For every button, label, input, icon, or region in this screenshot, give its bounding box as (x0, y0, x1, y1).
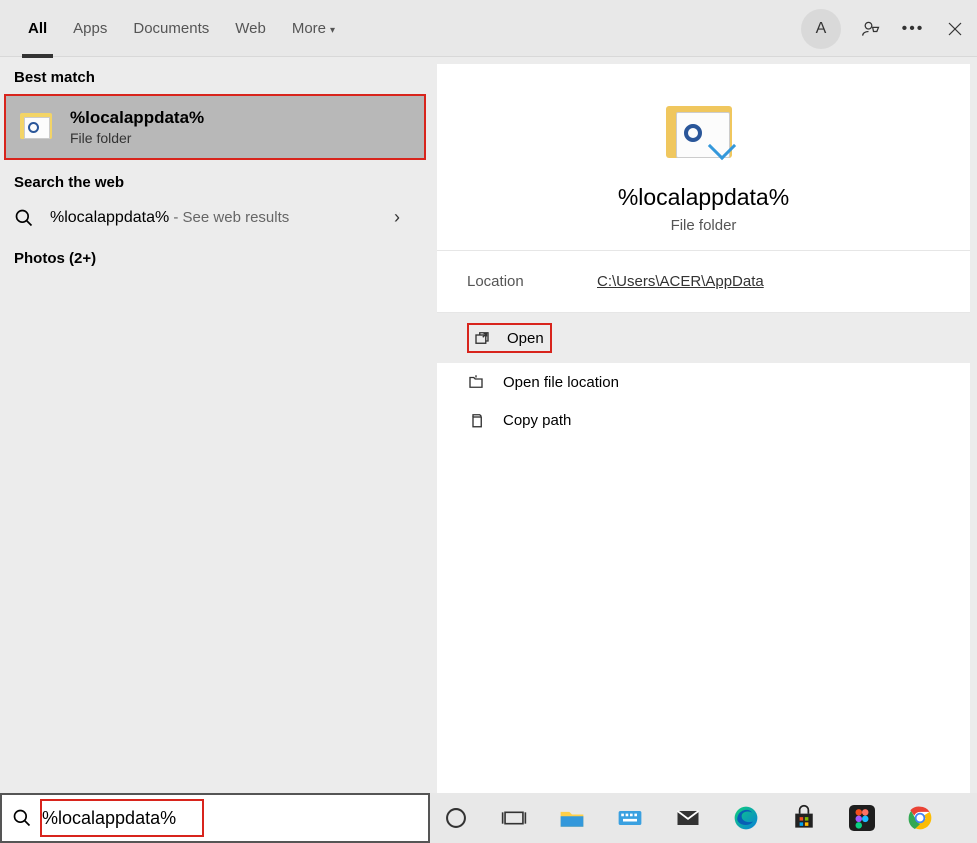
store-icon[interactable] (788, 802, 820, 834)
search-input[interactable] (42, 795, 428, 841)
folder-open-icon (467, 373, 485, 391)
task-view-icon[interactable] (498, 802, 530, 834)
feedback-icon[interactable] (859, 17, 883, 41)
web-result-text: %localappdata% - See web results (50, 209, 289, 227)
details-pane: %localappdata% File folder Location C:\U… (437, 64, 970, 793)
best-match-label: Best match (0, 57, 430, 92)
best-match-title: %localappdata% (70, 108, 204, 128)
close-icon[interactable] (943, 17, 967, 41)
search-icon (14, 208, 34, 228)
filter-tabs: All Apps Documents Web More ▾ (10, 0, 335, 56)
tab-more[interactable]: More ▾ (292, 16, 335, 41)
best-match-text: %localappdata% File folder (70, 108, 204, 146)
details-title: %localappdata% (618, 184, 789, 211)
action-open-location[interactable]: Open file location (437, 363, 970, 401)
action-open[interactable]: Open (437, 313, 970, 363)
open-icon (473, 329, 491, 347)
edge-icon[interactable] (730, 802, 762, 834)
tab-more-label: More (292, 20, 326, 37)
taskbar (430, 793, 977, 843)
web-result-item[interactable]: %localappdata% - See web results › (0, 197, 430, 238)
best-match-item[interactable]: %localappdata% File folder (4, 94, 426, 160)
file-explorer-icon[interactable] (556, 802, 588, 834)
figma-icon[interactable] (846, 802, 878, 834)
tab-apps[interactable]: Apps (73, 16, 107, 41)
web-result-suffix: - See web results (169, 209, 289, 226)
location-value[interactable]: C:\Users\ACER\AppData (597, 273, 764, 290)
action-copy-path[interactable]: Copy path (437, 401, 970, 439)
mail-icon[interactable] (672, 802, 704, 834)
details-header: %localappdata% File folder (437, 64, 970, 251)
tab-web[interactable]: Web (235, 16, 266, 41)
web-result-term: %localappdata% (50, 209, 169, 226)
action-open-label: Open (507, 330, 544, 347)
more-options-icon[interactable]: ••• (901, 17, 925, 41)
tab-documents[interactable]: Documents (133, 16, 209, 41)
location-row: Location C:\Users\ACER\AppData (437, 251, 970, 313)
chevron-right-icon: › (394, 207, 416, 228)
folder-icon-large (666, 100, 742, 166)
main-area: Best match %localappdata% File folder Se… (0, 57, 977, 793)
action-copy-path-label: Copy path (503, 412, 571, 429)
best-match-subtitle: File folder (70, 130, 204, 146)
chrome-icon[interactable] (904, 802, 936, 834)
folder-icon (20, 109, 56, 145)
tab-all[interactable]: All (28, 16, 47, 41)
search-icon (2, 808, 42, 828)
details-subtitle: File folder (671, 217, 737, 234)
search-web-label: Search the web (0, 162, 430, 197)
keyboard-icon[interactable] (614, 802, 646, 834)
cortana-icon[interactable] (440, 802, 472, 834)
photos-label[interactable]: Photos (2+) (0, 238, 430, 273)
user-avatar[interactable]: A (801, 9, 841, 49)
open-highlight-box: Open (467, 323, 552, 353)
action-open-location-label: Open file location (503, 374, 619, 391)
copy-icon (467, 411, 485, 429)
search-bar[interactable] (0, 793, 430, 843)
location-label: Location (467, 273, 597, 290)
header-right: A ••• (801, 0, 967, 57)
search-header: All Apps Documents Web More ▾ A ••• (0, 0, 977, 57)
results-pane: Best match %localappdata% File folder Se… (0, 57, 430, 793)
caret-down-icon: ▾ (330, 25, 335, 36)
